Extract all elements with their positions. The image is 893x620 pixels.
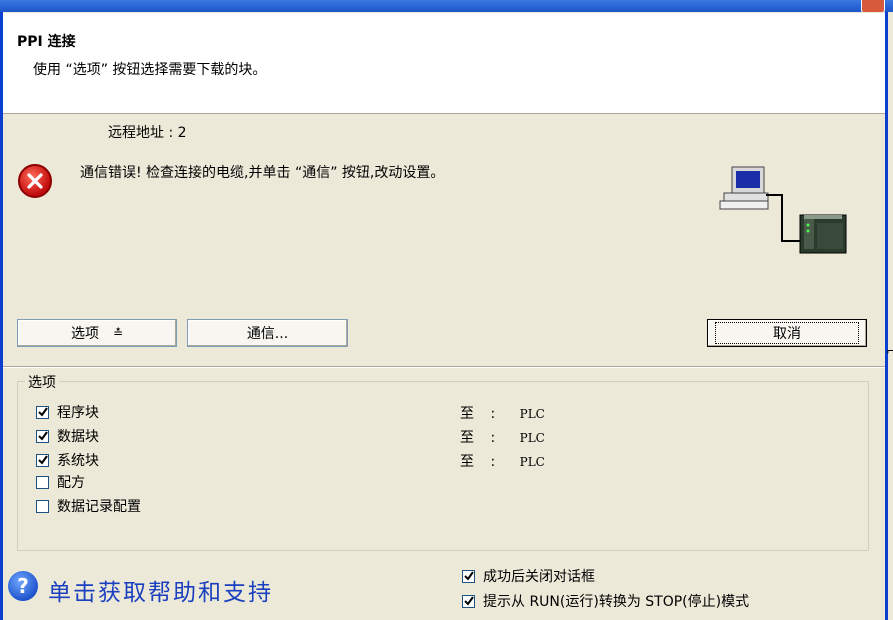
options-button-label: 选项 xyxy=(70,326,99,342)
error-message: 通信错误! 检查连接的电缆,并单击 “通信” 按钮,改动设置。 xyxy=(80,165,445,181)
help-link[interactable]: 单击获取帮助和支持 xyxy=(48,573,273,607)
checkbox[interactable] xyxy=(36,453,49,467)
target-to: 至 xyxy=(460,430,474,446)
options-button[interactable]: 选项 ≛ xyxy=(17,319,177,347)
checkbox-label: 数据记录配置 xyxy=(57,499,141,515)
options-groupbox xyxy=(17,381,869,551)
checkbox-close-on-success[interactable]: 成功后关闭对话框 xyxy=(462,566,595,586)
target-to: 至 xyxy=(460,406,474,422)
checkbox[interactable] xyxy=(36,429,49,443)
target-plc: PLC xyxy=(519,455,545,469)
checkbox[interactable] xyxy=(36,475,49,489)
header-subtitle: 使用 “选项” 按钮选择需要下载的块。 xyxy=(33,62,267,78)
cancel-button-label: 取消 xyxy=(715,322,859,344)
checkbox-label: 成功后关闭对话框 xyxy=(483,569,595,585)
help-icon[interactable]: ? xyxy=(8,571,38,601)
pc-to-plc-icon xyxy=(718,163,853,262)
checkbox[interactable] xyxy=(462,569,475,583)
title-bar[interactable] xyxy=(0,0,893,13)
target-sep: : xyxy=(490,406,496,422)
communication-button-label: 通信... xyxy=(246,326,289,342)
separator xyxy=(3,366,885,368)
checkbox[interactable] xyxy=(36,499,49,513)
checkbox-program-block[interactable]: 程序块 xyxy=(36,402,99,422)
checkbox[interactable] xyxy=(462,594,475,608)
target-sep: : xyxy=(490,454,496,470)
checkbox-label: 配方 xyxy=(57,475,85,491)
checkbox-prompt-run-stop[interactable]: 提示从 RUN(运行)转换为 STOP(停止)模式 xyxy=(462,591,749,611)
checkbox-data-log-config[interactable]: 数据记录配置 xyxy=(36,496,141,516)
checkbox-label: 提示从 RUN(运行)转换为 STOP(停止)模式 xyxy=(483,594,750,610)
header-title: PPI 连接 xyxy=(17,34,76,50)
checkbox[interactable] xyxy=(36,405,49,419)
checkbox-system-block[interactable]: 系统块 xyxy=(36,450,99,470)
collapse-icon: ≛ xyxy=(112,326,124,340)
error-icon xyxy=(18,164,52,198)
target-plc: PLC xyxy=(519,407,545,421)
remote-address: 远程地址 : 2 xyxy=(108,125,187,141)
checkbox-label: 系统块 xyxy=(57,453,99,469)
dialog-header: PPI 连接 使用 “选项” 按钮选择需要下载的块。 xyxy=(3,13,885,114)
target-system-block: 至 : PLC xyxy=(460,451,545,471)
target-plc: PLC xyxy=(519,431,545,445)
target-sep: : xyxy=(490,430,496,446)
checkbox-recipe[interactable]: 配方 xyxy=(36,472,85,492)
checkbox-data-block[interactable]: 数据块 xyxy=(36,426,99,446)
communication-button[interactable]: 通信... xyxy=(187,319,348,347)
target-program-block: 至 : PLC xyxy=(460,403,545,423)
stray-mark: ⌐ xyxy=(886,344,893,358)
checkbox-label: 数据块 xyxy=(57,429,99,445)
options-group-label: 选项 xyxy=(25,372,59,392)
cancel-button[interactable]: 取消 xyxy=(707,319,867,347)
checkbox-label: 程序块 xyxy=(57,405,99,421)
target-to: 至 xyxy=(460,454,474,470)
target-data-block: 至 : PLC xyxy=(460,427,545,447)
